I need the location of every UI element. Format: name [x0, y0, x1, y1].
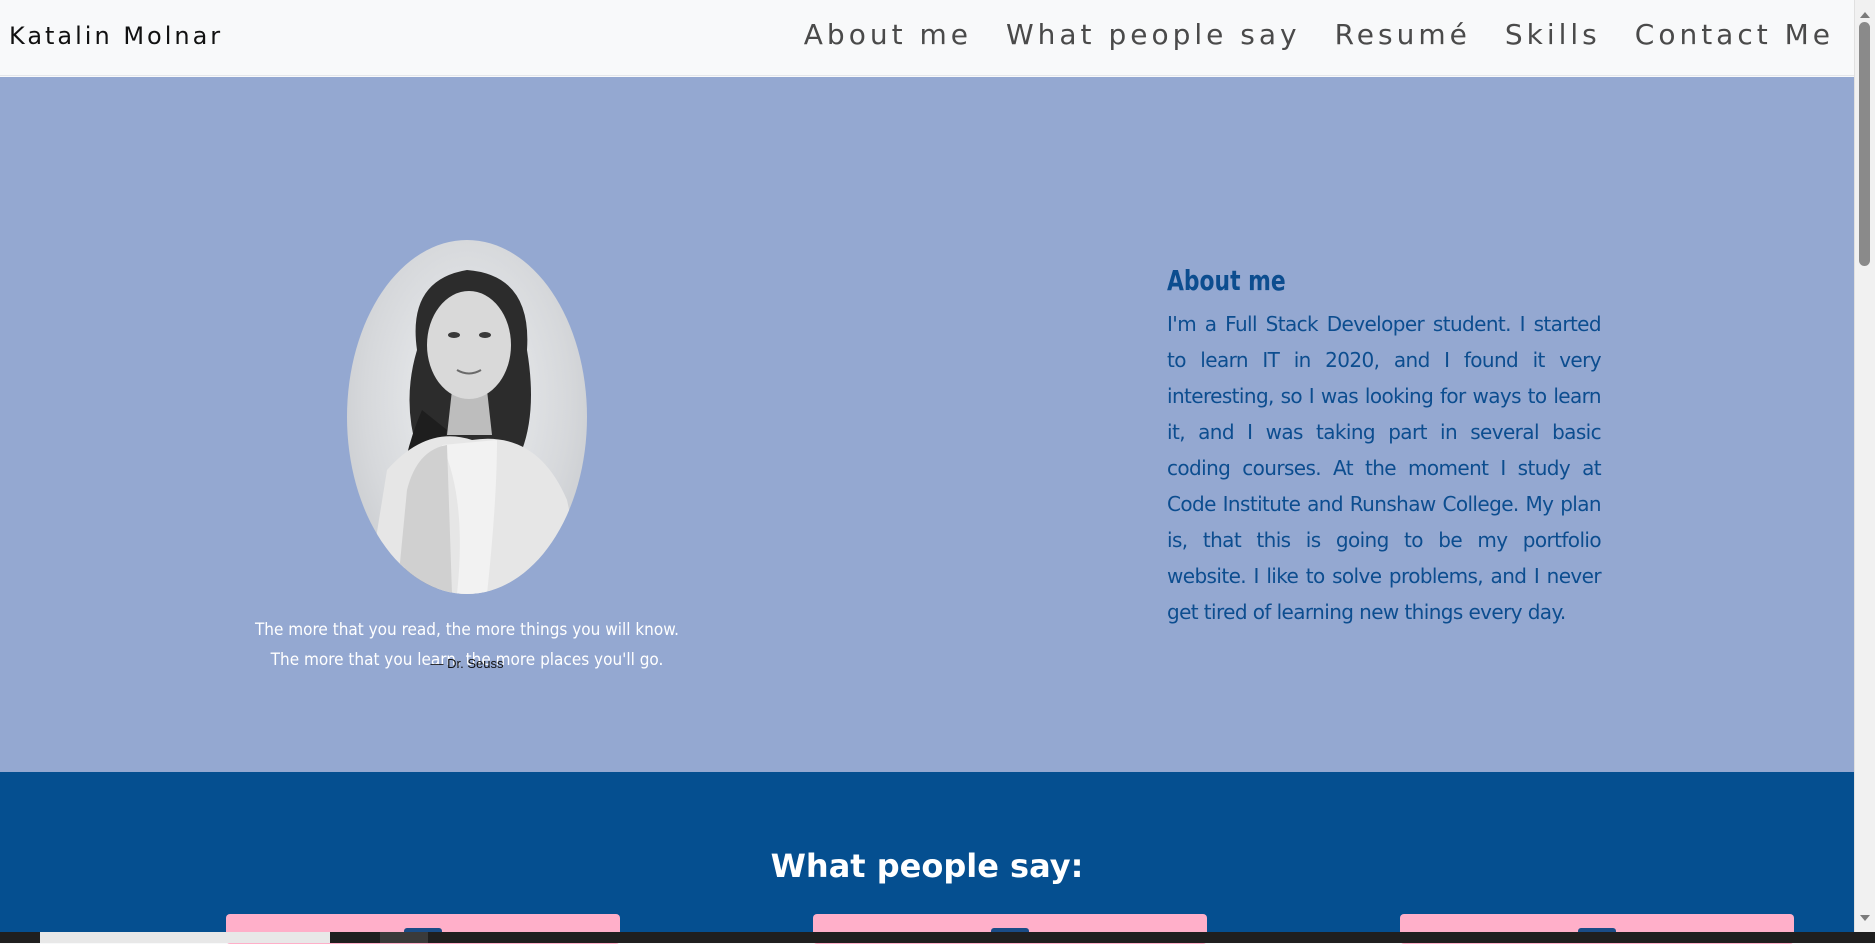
about-text: I'm a Full Stack Developer student. I st… — [1167, 312, 1602, 624]
quote-author: — Dr. Seuss — [430, 656, 504, 671]
nav-link-skills[interactable]: Skills — [1505, 18, 1601, 51]
taskbar-strip — [0, 932, 1875, 943]
about-section: The more that you read, the more things … — [0, 77, 1854, 772]
nav-links: About me What people say Resumé Skills C… — [804, 18, 1834, 51]
nav-link-testimonials[interactable]: What people say — [1006, 18, 1301, 51]
testimonials-section: What people say: — [0, 772, 1854, 944]
about-title: About me — [1167, 264, 1286, 298]
brand-logo[interactable]: Katalin Molnar — [9, 22, 223, 50]
navbar: Katalin Molnar About me What people say … — [0, 0, 1854, 76]
scroll-down-arrow-icon[interactable] — [1860, 915, 1870, 921]
testimonials-title: What people say: — [770, 846, 1084, 885]
taskbar-thumbnail[interactable] — [40, 932, 330, 943]
nav-link-contact[interactable]: Contact Me — [1635, 18, 1834, 51]
scroll-thumb[interactable] — [1859, 22, 1870, 266]
taskbar-thumbnail[interactable] — [380, 932, 428, 943]
nav-link-about[interactable]: About me — [804, 18, 972, 51]
scroll-up-arrow-icon[interactable] — [1860, 12, 1870, 18]
vertical-scrollbar[interactable] — [1854, 0, 1875, 932]
profile-photo — [347, 240, 587, 594]
nav-link-resume[interactable]: Resumé — [1335, 18, 1471, 51]
